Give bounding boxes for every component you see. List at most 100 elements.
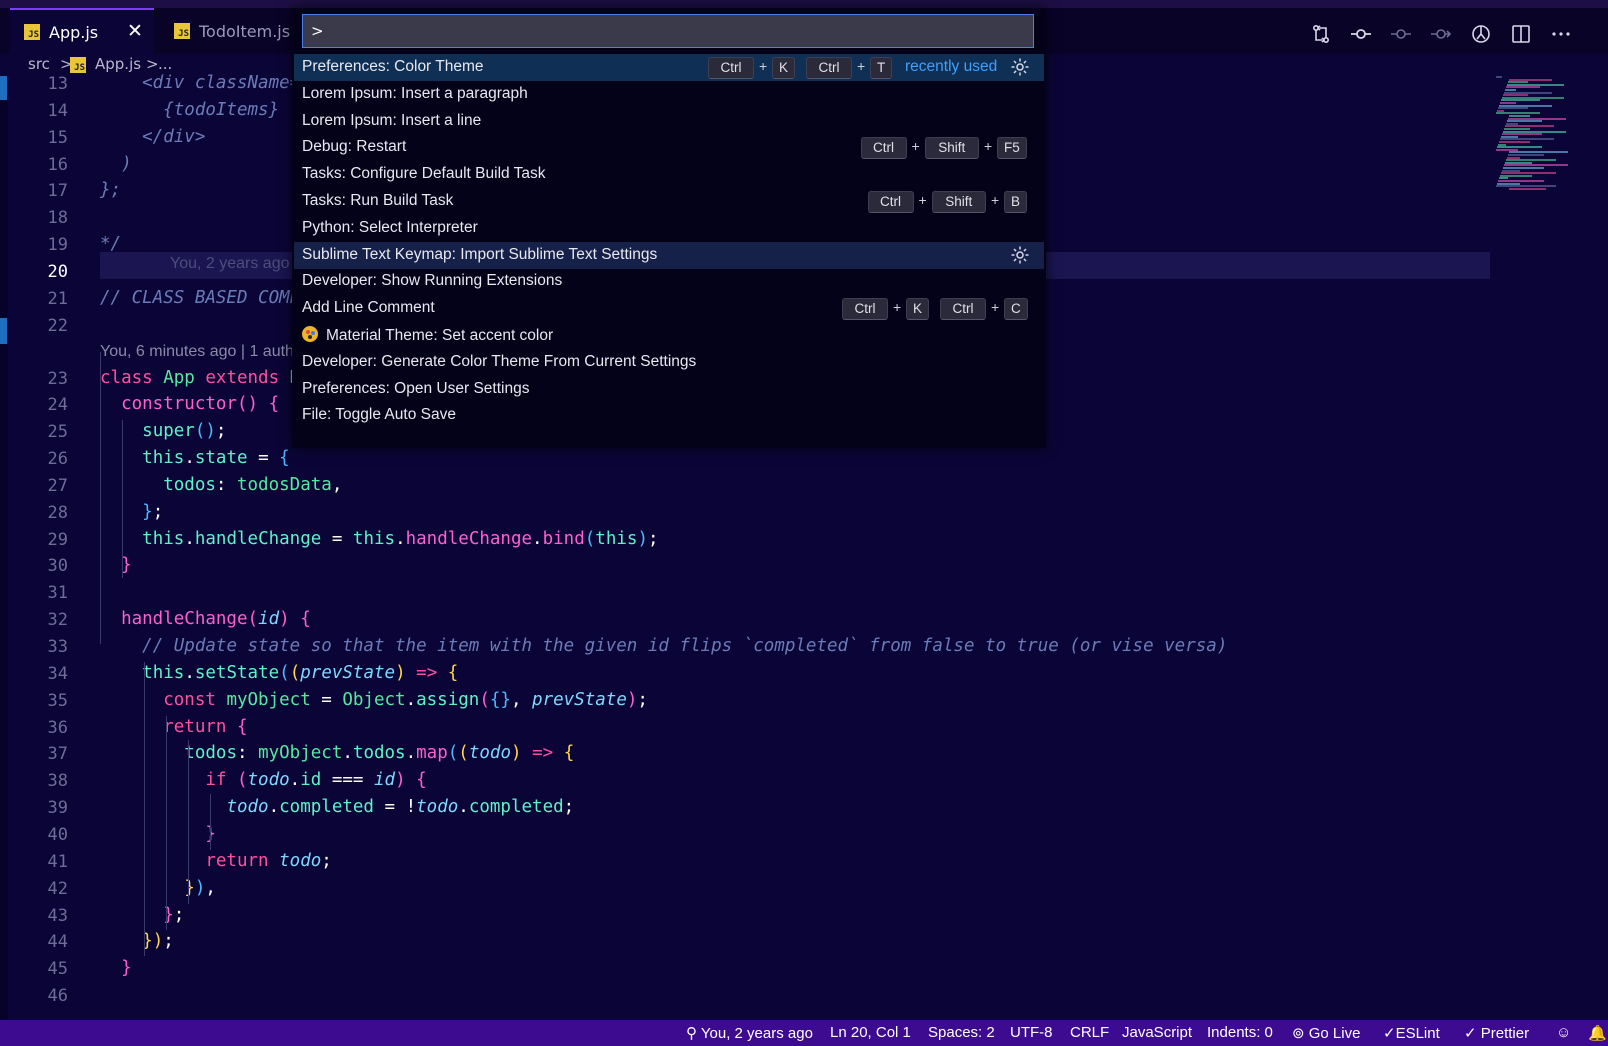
- code-line[interactable]: };: [100, 502, 163, 522]
- code-line[interactable]: };: [100, 180, 121, 200]
- command-item[interactable]: Debug: Restart F5 + Shift + Ctrl: [294, 134, 1044, 161]
- code-line[interactable]: // Update state so that the item with th…: [100, 636, 1227, 656]
- command-item[interactable]: Preferences: Open User Settings: [294, 376, 1044, 403]
- check-icon: ✓: [1464, 1025, 1481, 1042]
- command-item[interactable]: Add Line Comment C + Ctrl K + Ctrl: [294, 295, 1044, 322]
- command-label-text: Add Line Comment: [302, 299, 435, 317]
- code-line[interactable]: {todoItems}: [100, 100, 279, 120]
- breadcrumb-file[interactable]: App.js: [95, 55, 141, 73]
- key-plus-separator: +: [893, 299, 902, 316]
- notifications-icon[interactable]: 🔔: [1588, 1024, 1607, 1042]
- code-line[interactable]: return {: [100, 717, 247, 737]
- code-line[interactable]: this.state = {: [100, 448, 290, 468]
- code-line[interactable]: ): [100, 154, 132, 174]
- line-number: 14: [47, 100, 68, 121]
- code-line[interactable]: constructor() {: [100, 394, 279, 414]
- eslint-status[interactable]: ✓ESLint: [1383, 1024, 1440, 1042]
- code-line[interactable]: todos: myObject.todos.map((todo) => {: [100, 743, 574, 763]
- gear-icon[interactable]: [1010, 57, 1030, 77]
- code-line[interactable]: this.setState((prevState) => {: [100, 663, 458, 683]
- code-token: setState: [194, 662, 280, 683]
- language-mode[interactable]: JavaScript: [1122, 1024, 1192, 1041]
- close-icon[interactable]: ✕: [124, 19, 146, 43]
- prettier-status[interactable]: ✓ Prettier: [1464, 1024, 1529, 1042]
- code-line[interactable]: const myObject = Object.assign({}, prevS…: [100, 690, 648, 710]
- split-editor-icon[interactable]: [1510, 23, 1532, 45]
- gear-icon[interactable]: [1010, 245, 1030, 265]
- code-line[interactable]: }),: [100, 878, 216, 898]
- indent-guide: [144, 662, 145, 956]
- encoding[interactable]: UTF-8: [1010, 1024, 1053, 1041]
- end-of-line[interactable]: CRLF: [1070, 1024, 1109, 1041]
- command-item[interactable]: Tasks: Configure Default Build Task: [294, 161, 1044, 188]
- code-token: (: [447, 743, 459, 764]
- keybinding-key: Ctrl: [860, 137, 907, 160]
- command-item[interactable]: Lorem Ipsum: Insert a paragraph: [294, 81, 1044, 108]
- palette-emoji-icon: [302, 326, 318, 342]
- tab-todoitem-js[interactable]: JS TodoItem.js: [160, 8, 300, 54]
- code-line[interactable]: handleChange(id) {: [100, 609, 311, 629]
- git-next-icon[interactable]: [1430, 23, 1452, 45]
- breadcrumb-folder[interactable]: src: [28, 55, 50, 73]
- code-line[interactable]: this.handleChange = this.handleChange.bi…: [100, 528, 658, 549]
- code-line[interactable]: }: [100, 958, 132, 978]
- code-line[interactable]: */: [100, 234, 121, 254]
- code-token: ): [100, 153, 132, 174]
- line-number: 23: [47, 368, 68, 389]
- command-item[interactable]: Sublime Text Keymap: Import Sublime Text…: [294, 241, 1044, 269]
- go-live-button[interactable]: ⊚ Go Live: [1292, 1024, 1360, 1042]
- command-item[interactable]: Python: Select Interpreter: [294, 215, 1044, 242]
- indentation[interactable]: Spaces: 2: [928, 1024, 995, 1041]
- git-commit-icon: ⚲: [686, 1025, 701, 1042]
- code-line[interactable]: }: [100, 824, 216, 844]
- line-number: 28: [47, 502, 68, 523]
- code-line[interactable]: return todo;: [100, 851, 331, 871]
- code-token: ): [511, 743, 522, 764]
- command-label: Lorem Ipsum: Insert a paragraph: [302, 85, 528, 103]
- window-top-strip: [0, 0, 1608, 8]
- code-token: (: [479, 689, 490, 710]
- code-line[interactable]: }: [100, 555, 132, 575]
- command-label: Developer: Generate Color Theme From Cur…: [302, 353, 696, 371]
- command-label-text: Tasks: Run Build Task: [302, 192, 454, 209]
- code-token: .: [405, 689, 417, 710]
- command-item[interactable]: Lorem Ipsum: Insert a line: [294, 108, 1044, 135]
- git-previous-icon[interactable]: [1390, 23, 1412, 45]
- tab-app-js[interactable]: JS App.js ✕: [10, 8, 154, 54]
- minimap[interactable]: [1494, 76, 1594, 196]
- command-palette-input[interactable]: [302, 14, 1034, 48]
- git-blame-status[interactable]: ⚲ You, 2 years ago: [686, 1024, 813, 1042]
- command-item[interactable]: Developer: Generate Color Theme From Cur…: [294, 349, 1044, 376]
- key-plus-separator: +: [991, 192, 1000, 208]
- compare-changes-icon[interactable]: [1310, 23, 1332, 45]
- indents-status[interactable]: Indents: 0: [1207, 1024, 1273, 1041]
- code-line[interactable]: if (todo.id === id) {: [100, 770, 426, 790]
- code-token: ,: [510, 689, 533, 710]
- code-line[interactable]: todos: todosData,: [100, 475, 342, 495]
- code-token: =: [321, 528, 353, 549]
- code-token: prevState: [532, 689, 627, 710]
- timeline-icon[interactable]: [1470, 23, 1492, 45]
- code-line[interactable]: };: [100, 905, 184, 925]
- code-line[interactable]: todo.completed = !todo.completed;: [100, 797, 574, 817]
- code-line[interactable]: });: [100, 931, 174, 951]
- code-token: (: [584, 528, 596, 549]
- indent-guide: [210, 794, 211, 850]
- code-token: :: [236, 743, 259, 764]
- more-actions-icon[interactable]: [1550, 23, 1572, 45]
- command-item[interactable]: Developer: Show Running Extensions: [294, 268, 1044, 295]
- cursor-position[interactable]: Ln 20, Col 1: [830, 1024, 911, 1041]
- line-number: 43: [47, 905, 68, 926]
- feedback-icon[interactable]: ☺: [1556, 1024, 1571, 1041]
- inline-blame: You, 2 years ago: [170, 255, 290, 272]
- code-token: completed: [468, 797, 564, 818]
- code-line[interactable]: </div>: [100, 127, 205, 147]
- breadcrumb-symbol[interactable]: ...: [158, 55, 172, 73]
- command-item[interactable]: Preferences: Color Theme recently used T + C…: [294, 54, 1044, 81]
- command-item[interactable]: File: Toggle Auto Save: [294, 402, 1044, 429]
- command-item[interactable]: Tasks: Run Build Task B + Shift + Ctrl: [294, 188, 1044, 215]
- command-item[interactable]: Material Theme: Set accent color: [294, 322, 1044, 349]
- code-line[interactable]: super();: [100, 421, 226, 441]
- git-commit-icon[interactable]: [1350, 23, 1372, 45]
